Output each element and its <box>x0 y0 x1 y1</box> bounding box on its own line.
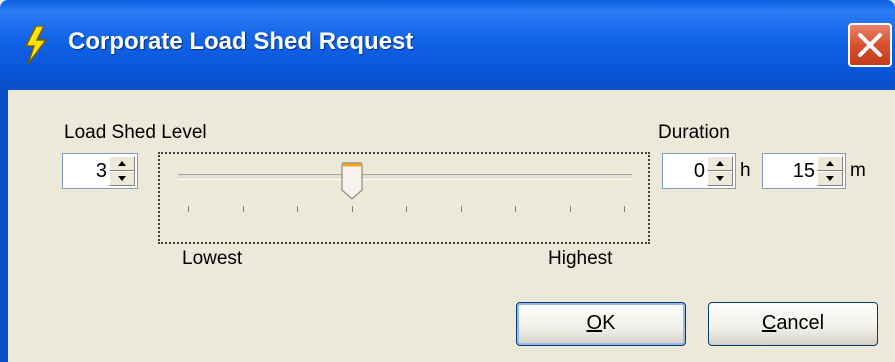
slider-track <box>178 174 632 180</box>
arrow-up-icon <box>118 161 126 166</box>
load-shed-slider[interactable] <box>158 152 650 244</box>
arrow-up-icon <box>716 161 724 166</box>
spinner-arrows <box>817 156 843 186</box>
duration-hours-spinner[interactable]: 0 <box>662 153 736 189</box>
slider-tick <box>406 206 407 212</box>
slider-thumb[interactable] <box>340 162 363 200</box>
spin-up-button[interactable] <box>707 156 733 171</box>
dialog-window: Corporate Load Shed Request Load Shed Le… <box>0 0 895 362</box>
arrow-up-icon <box>826 161 834 166</box>
spinner-arrows <box>109 156 135 186</box>
cancel-button[interactable]: Cancel <box>708 302 878 346</box>
cancel-access-key: C <box>761 312 777 334</box>
load-shed-level-value[interactable]: 3 <box>96 160 107 183</box>
slider-tick <box>351 206 353 212</box>
duration-label: Duration <box>658 122 730 143</box>
arrow-down-icon <box>826 176 834 181</box>
spin-up-button[interactable] <box>817 156 843 171</box>
slider-min-label: Lowest <box>182 248 243 269</box>
spin-down-button[interactable] <box>817 171 843 186</box>
arrow-down-icon <box>716 176 724 181</box>
arrow-down-icon <box>118 176 126 181</box>
hours-unit-label: h <box>740 160 751 181</box>
slider-max-label: Highest <box>548 248 613 269</box>
spin-up-button[interactable] <box>109 156 135 171</box>
slider-tick <box>188 206 189 212</box>
duration-hours-value[interactable]: 0 <box>694 160 705 183</box>
slider-tick <box>460 206 462 212</box>
spin-down-button[interactable] <box>707 171 733 186</box>
slider-tick <box>569 206 571 212</box>
duration-minutes-value[interactable]: 15 <box>793 160 815 183</box>
window-title: Corporate Load Shed Request <box>68 28 414 55</box>
cancel-label: ancel <box>776 312 825 334</box>
spin-down-button[interactable] <box>109 171 135 186</box>
slider-tick <box>242 206 244 212</box>
load-shed-level-label: Load Shed Level <box>64 122 207 143</box>
minutes-unit-label: m <box>850 160 866 181</box>
slider-tick <box>297 206 298 212</box>
title-bar[interactable]: Corporate Load Shed Request <box>0 0 895 90</box>
duration-minutes-spinner[interactable]: 15 <box>762 153 846 189</box>
load-shed-level-spinner[interactable]: 3 <box>62 153 138 189</box>
window-frame-left <box>0 90 8 362</box>
lightning-icon <box>24 26 48 64</box>
ok-access-key: O <box>586 312 603 334</box>
slider-tick <box>515 206 516 212</box>
close-icon <box>858 33 882 57</box>
close-button[interactable] <box>848 23 892 67</box>
ok-button[interactable]: OK <box>516 302 686 346</box>
slider-tick <box>624 206 625 212</box>
spinner-arrows <box>707 156 733 186</box>
ok-label: K <box>602 312 616 334</box>
